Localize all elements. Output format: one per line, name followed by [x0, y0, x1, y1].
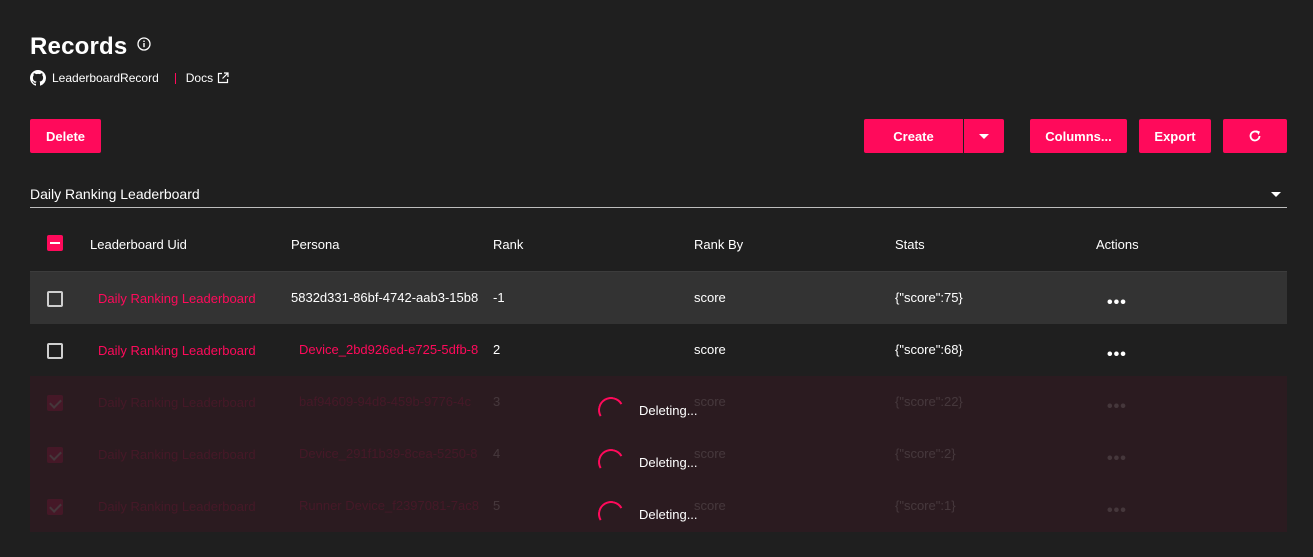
select-all-checkbox[interactable]	[47, 235, 63, 251]
persona-link: Device_291f1b39-8cea-5250-8	[299, 446, 478, 461]
table-row[interactable]: Daily Ranking Leaderboard Device_2bd926e…	[30, 324, 1287, 376]
more-actions-icon[interactable]: •••	[1107, 346, 1127, 364]
leaderboard-select-value: Daily Ranking Leaderboard	[30, 186, 200, 202]
docs-link[interactable]: Docs	[186, 71, 213, 85]
deleting-label: Deleting...	[639, 506, 698, 522]
deleting-label: Deleting...	[639, 454, 698, 470]
spinner-icon	[595, 446, 627, 478]
deleting-label: Deleting...	[639, 402, 698, 418]
deleting-indicator: Deleting...	[595, 498, 698, 530]
chevron-down-icon	[979, 133, 989, 139]
stats-cell: {"score":68}	[895, 342, 963, 357]
row-checkbox[interactable]	[47, 343, 63, 359]
table-row: Daily Ranking Leaderboard Device_291f1b3…	[30, 428, 1287, 480]
persona-link: Runner Device_f2397081-7ac8	[299, 498, 479, 513]
rank-cell: 3	[493, 394, 501, 409]
rank-by-cell: score	[694, 498, 726, 513]
leaderboard-uid-link[interactable]: Daily Ranking Leaderboard	[98, 291, 256, 306]
header-links: LeaderboardRecord Docs	[30, 70, 229, 86]
rank-by-cell: score	[694, 342, 726, 357]
row-checkbox[interactable]	[47, 291, 63, 307]
chevron-down-icon	[1271, 192, 1281, 197]
persona-link[interactable]: Device_2bd926ed-e725-5dfb-8	[299, 342, 482, 357]
rank-cell: 2	[493, 342, 501, 357]
page-title: Records	[30, 33, 128, 60]
spinner-icon	[595, 394, 627, 426]
leaderboard-uid-link: Daily Ranking Leaderboard	[98, 395, 256, 410]
columns-button[interactable]: Columns...	[1030, 119, 1127, 153]
info-icon[interactable]	[137, 37, 152, 51]
github-icon[interactable]	[30, 70, 46, 86]
stats-cell: {"score":1}	[895, 498, 956, 513]
more-actions-icon: •••	[1107, 398, 1127, 415]
rank-by-cell: score	[694, 394, 726, 409]
table-row: Daily Ranking Leaderboard Runner Device_…	[30, 480, 1287, 532]
column-header-rank-by[interactable]: Rank By	[694, 237, 743, 252]
more-actions-icon: •••	[1107, 502, 1127, 519]
rank-by-cell: score	[694, 446, 726, 461]
external-link-icon[interactable]	[217, 72, 229, 84]
column-header-leaderboard-uid[interactable]: Leaderboard Uid	[90, 237, 187, 252]
table-row: Daily Ranking Leaderboard baf94609-94d8-…	[30, 376, 1287, 428]
page-header: Records	[30, 33, 152, 61]
refresh-button[interactable]	[1223, 119, 1287, 153]
create-button[interactable]: Create	[864, 119, 963, 153]
more-actions-icon[interactable]: •••	[1107, 294, 1127, 312]
records-table: Leaderboard Uid Persona Rank Rank By Sta…	[30, 218, 1287, 532]
repo-link[interactable]: LeaderboardRecord	[52, 71, 159, 85]
rank-by-cell: score	[694, 290, 726, 305]
rank-cell: -1	[493, 290, 505, 305]
persona-cell: 5832d331-86bf-4742-aab3-15b8	[291, 290, 479, 305]
row-checkbox	[47, 395, 63, 411]
column-header-actions: Actions	[1096, 237, 1139, 252]
leaderboard-select[interactable]: Daily Ranking Leaderboard	[30, 180, 1287, 208]
row-checkbox	[47, 447, 63, 463]
stats-cell: {"score":75}	[895, 290, 963, 305]
stats-cell: {"score":22}	[895, 394, 963, 409]
table-row[interactable]: Daily Ranking Leaderboard 5832d331-86bf-…	[30, 272, 1287, 324]
stats-cell: {"score":2}	[895, 446, 956, 461]
persona-link: baf94609-94d8-459b-9776-4c	[299, 394, 472, 409]
divider	[174, 72, 176, 84]
leaderboard-uid-link[interactable]: Daily Ranking Leaderboard	[98, 343, 256, 358]
delete-button[interactable]: Delete	[30, 119, 101, 153]
column-header-stats[interactable]: Stats	[895, 237, 925, 252]
export-button[interactable]: Export	[1139, 119, 1211, 153]
rank-cell: 5	[493, 498, 501, 513]
leaderboard-uid-link: Daily Ranking Leaderboard	[98, 499, 256, 514]
create-dropdown-button[interactable]	[964, 119, 1004, 153]
spinner-icon	[595, 498, 627, 530]
deleting-indicator: Deleting...	[595, 446, 698, 478]
row-checkbox	[47, 499, 63, 515]
table-header: Leaderboard Uid Persona Rank Rank By Sta…	[30, 218, 1287, 272]
deleting-indicator: Deleting...	[595, 394, 698, 426]
more-actions-icon: •••	[1107, 450, 1127, 467]
refresh-icon	[1249, 130, 1261, 142]
rank-cell: 4	[493, 446, 501, 461]
column-header-rank[interactable]: Rank	[493, 237, 523, 252]
column-header-persona[interactable]: Persona	[291, 237, 339, 252]
leaderboard-uid-link: Daily Ranking Leaderboard	[98, 447, 256, 462]
